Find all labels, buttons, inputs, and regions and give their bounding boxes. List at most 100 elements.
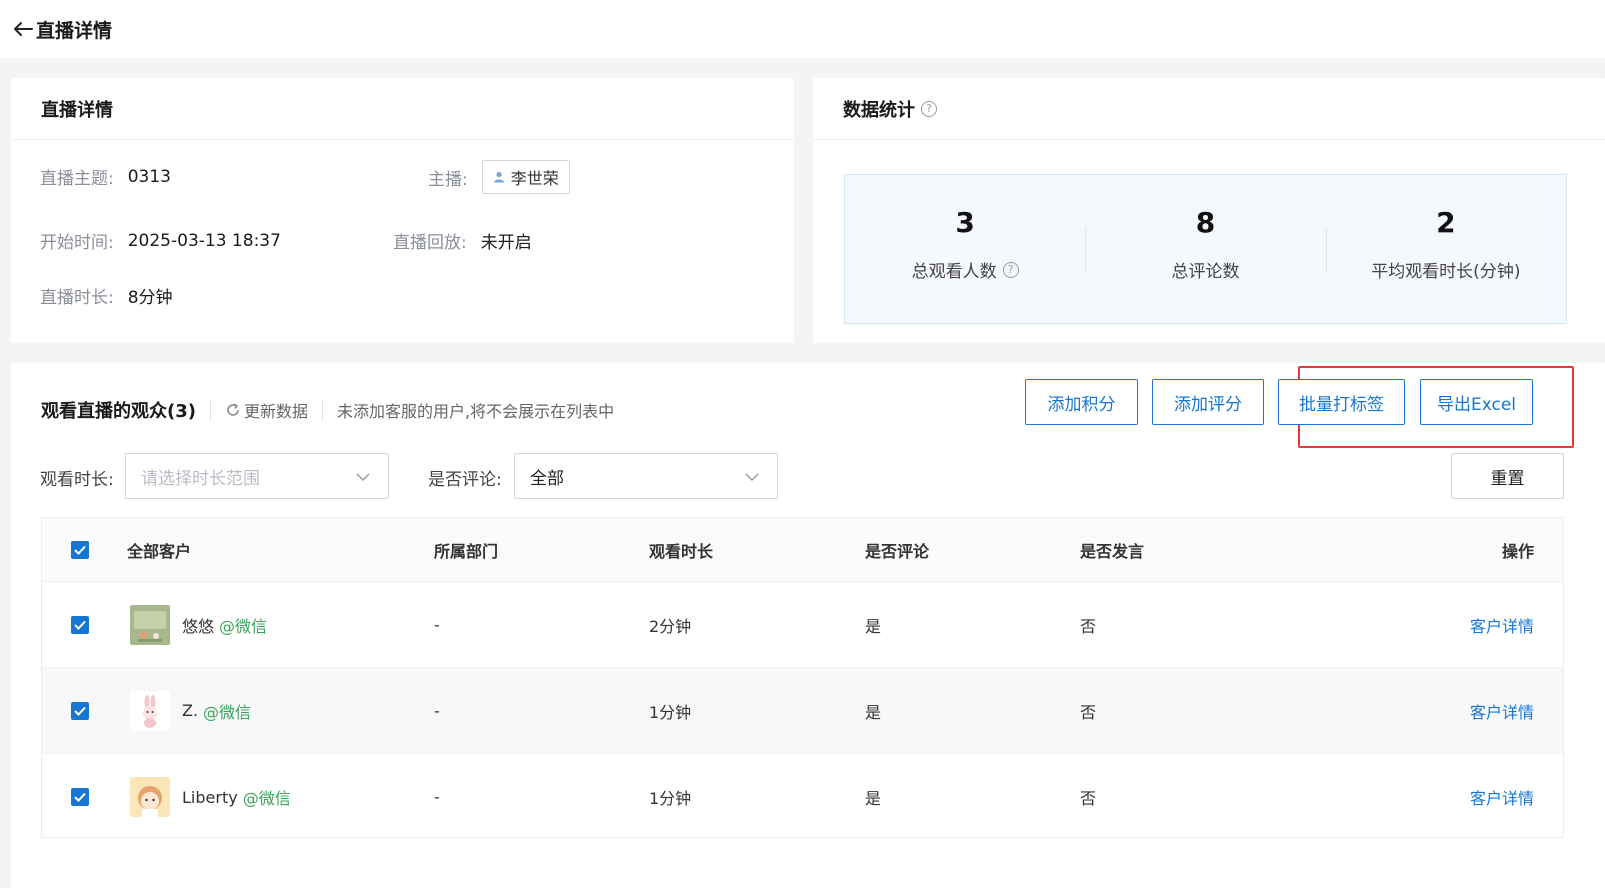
start-time-field: 开始时间: 2025-03-13 18:37 bbox=[40, 228, 281, 254]
host-tag: 李世荣 bbox=[481, 160, 570, 194]
watch-time-cell: 2分钟 bbox=[649, 616, 692, 636]
customer-detail-link[interactable]: 客户详情 bbox=[1470, 613, 1534, 637]
col-action: 操作 bbox=[1501, 541, 1534, 561]
commented-cell: 是 bbox=[865, 616, 882, 636]
divider bbox=[322, 399, 323, 421]
topic-value: 0313 bbox=[127, 166, 171, 187]
page-title: 直播详情 bbox=[36, 19, 113, 42]
data-stats-card: 数据统计 ? 3 总观看人数 ? 8 总评论数 2 平均观看时长(分钟) bbox=[813, 78, 1605, 343]
check-icon bbox=[74, 706, 86, 716]
batch-tag-button[interactable]: 批量打标签 bbox=[1278, 379, 1405, 425]
add-points-button[interactable]: 添加积分 bbox=[1025, 379, 1138, 425]
stat-total-comments: 8 总评论数 bbox=[1085, 175, 1325, 323]
live-detail-card: 直播详情 直播主题: 0313 主播: 李世荣 开始时间: 2025-03-13… bbox=[11, 78, 794, 343]
refresh-icon bbox=[227, 403, 239, 416]
customer-channel: @微信 bbox=[219, 616, 268, 636]
audience-header: 观看直播的观众(3) 更新数据 未添加客服的用户,将不会展示在列表中 bbox=[41, 390, 614, 430]
stat-label: 总观看人数 ? bbox=[912, 257, 1019, 282]
replay-label: 直播回放: bbox=[393, 233, 467, 253]
stat-value: 8 bbox=[1195, 206, 1216, 239]
comment-select-value: 全部 bbox=[530, 468, 564, 489]
stat-value: 2 bbox=[1436, 206, 1456, 239]
table-row: Z. @微信 - 1分钟 是 否 客户详情 bbox=[42, 668, 1563, 754]
row-checkbox[interactable] bbox=[71, 788, 89, 806]
customer-cell: 悠悠 @微信 bbox=[130, 604, 268, 645]
row-checkbox[interactable] bbox=[71, 615, 89, 634]
refresh-data-button[interactable]: 更新数据 bbox=[225, 398, 308, 422]
audience-card: 观看直播的观众(3) 更新数据 未添加客服的用户,将不会展示在列表中 添加积分 … bbox=[11, 363, 1605, 888]
help-icon[interactable]: ? bbox=[921, 100, 937, 117]
department-cell: - bbox=[434, 787, 440, 807]
select-all-checkbox-cell bbox=[71, 540, 89, 559]
avatar bbox=[130, 604, 170, 645]
watch-duration-placeholder: 请选择时长范围 bbox=[141, 468, 260, 489]
col-department: 所属部门 bbox=[434, 541, 499, 561]
stat-total-viewers: 3 总观看人数 ? bbox=[845, 175, 1085, 323]
export-excel-button[interactable]: 导出Excel bbox=[1420, 379, 1533, 425]
spoke-cell: 否 bbox=[1080, 789, 1097, 808]
back-arrow-icon[interactable] bbox=[12, 18, 34, 40]
check-icon bbox=[74, 792, 86, 802]
watch-time-cell: 1分钟 bbox=[649, 789, 692, 808]
col-customer: 全部客户 bbox=[127, 541, 192, 561]
replay-field: 直播回放: 未开启 bbox=[393, 228, 532, 253]
col-commented: 是否评论 bbox=[865, 541, 930, 561]
data-stats-title: 数据统计 bbox=[843, 99, 915, 121]
stat-label: 平均观看时长(分钟) bbox=[1371, 262, 1521, 282]
avatar bbox=[130, 690, 170, 731]
department-cell: - bbox=[434, 615, 440, 634]
spoke-cell: 否 bbox=[1080, 616, 1097, 636]
department-cell: - bbox=[434, 701, 440, 720]
table-row: 悠悠 @微信 - 2分钟 是 否 客户详情 bbox=[42, 582, 1563, 668]
customer-cell: Liberty @微信 bbox=[130, 777, 291, 817]
host-field: 主播: 李世荣 bbox=[428, 160, 570, 194]
avatar bbox=[130, 777, 170, 817]
add-score-button[interactable]: 添加评分 bbox=[1152, 379, 1264, 425]
replay-value: 未开启 bbox=[480, 233, 532, 253]
table-header: 全部客户 所属部门 观看时长 是否评论 是否发言 操作 bbox=[42, 518, 1563, 582]
customer-detail-link[interactable]: 客户详情 bbox=[1470, 785, 1534, 809]
customer-channel: @微信 bbox=[203, 702, 252, 722]
commented-cell: 是 bbox=[865, 789, 882, 808]
stat-avg-watch-time: 2 平均观看时长(分钟) bbox=[1325, 175, 1566, 323]
topic-field: 直播主题: 0313 bbox=[40, 164, 171, 190]
audience-note: 未添加客服的用户,将不会展示在列表中 bbox=[337, 402, 615, 421]
customer-name: Z. bbox=[182, 701, 199, 720]
person-icon bbox=[493, 171, 504, 183]
col-spoke: 是否发言 bbox=[1080, 541, 1145, 561]
host-name: 李世荣 bbox=[510, 169, 559, 188]
help-icon[interactable]: ? bbox=[1002, 261, 1019, 278]
customer-cell: Z. @微信 bbox=[130, 690, 252, 731]
chevron-down-icon bbox=[745, 473, 759, 481]
check-icon bbox=[74, 545, 86, 555]
start-time-value: 2025-03-13 18:37 bbox=[127, 230, 281, 251]
stats-box: 3 总观看人数 ? 8 总评论数 2 平均观看时长(分钟) bbox=[844, 174, 1567, 324]
customer-detail-link[interactable]: 客户详情 bbox=[1470, 699, 1534, 723]
stat-value: 3 bbox=[955, 206, 975, 239]
select-all-checkbox[interactable] bbox=[71, 540, 89, 559]
divider bbox=[209, 399, 211, 421]
spoke-cell: 否 bbox=[1080, 702, 1097, 722]
audience-title: 观看直播的观众(3) bbox=[41, 401, 196, 422]
host-label: 主播: bbox=[428, 169, 468, 190]
customer-name: Liberty bbox=[182, 787, 238, 807]
watch-duration-select[interactable]: 请选择时长范围 bbox=[125, 453, 389, 499]
reset-button[interactable]: 重置 bbox=[1451, 453, 1564, 499]
customer-name: 悠悠 bbox=[182, 616, 215, 636]
chevron-down-icon bbox=[356, 473, 370, 481]
watch-time-cell: 1分钟 bbox=[649, 702, 692, 722]
commented-cell: 是 bbox=[865, 702, 882, 722]
watch-duration-filter-label: 观看时长: bbox=[40, 470, 114, 490]
stat-label-text: 总观看人数 bbox=[911, 262, 997, 282]
start-time-label: 开始时间: bbox=[40, 233, 114, 253]
duration-value: 8分钟 bbox=[127, 288, 173, 308]
table-row: Liberty @微信 - 1分钟 是 否 客户详情 bbox=[42, 754, 1563, 840]
customer-channel: @微信 bbox=[242, 789, 291, 808]
row-checkbox[interactable] bbox=[71, 701, 89, 720]
comment-select[interactable]: 全部 bbox=[514, 453, 778, 499]
duration-field: 直播时长: 8分钟 bbox=[40, 283, 173, 308]
check-icon bbox=[74, 620, 86, 630]
stat-label: 总评论数 bbox=[1171, 262, 1240, 282]
refresh-label: 更新数据 bbox=[243, 402, 308, 421]
top-bar: 直播详情 bbox=[0, 0, 1605, 58]
